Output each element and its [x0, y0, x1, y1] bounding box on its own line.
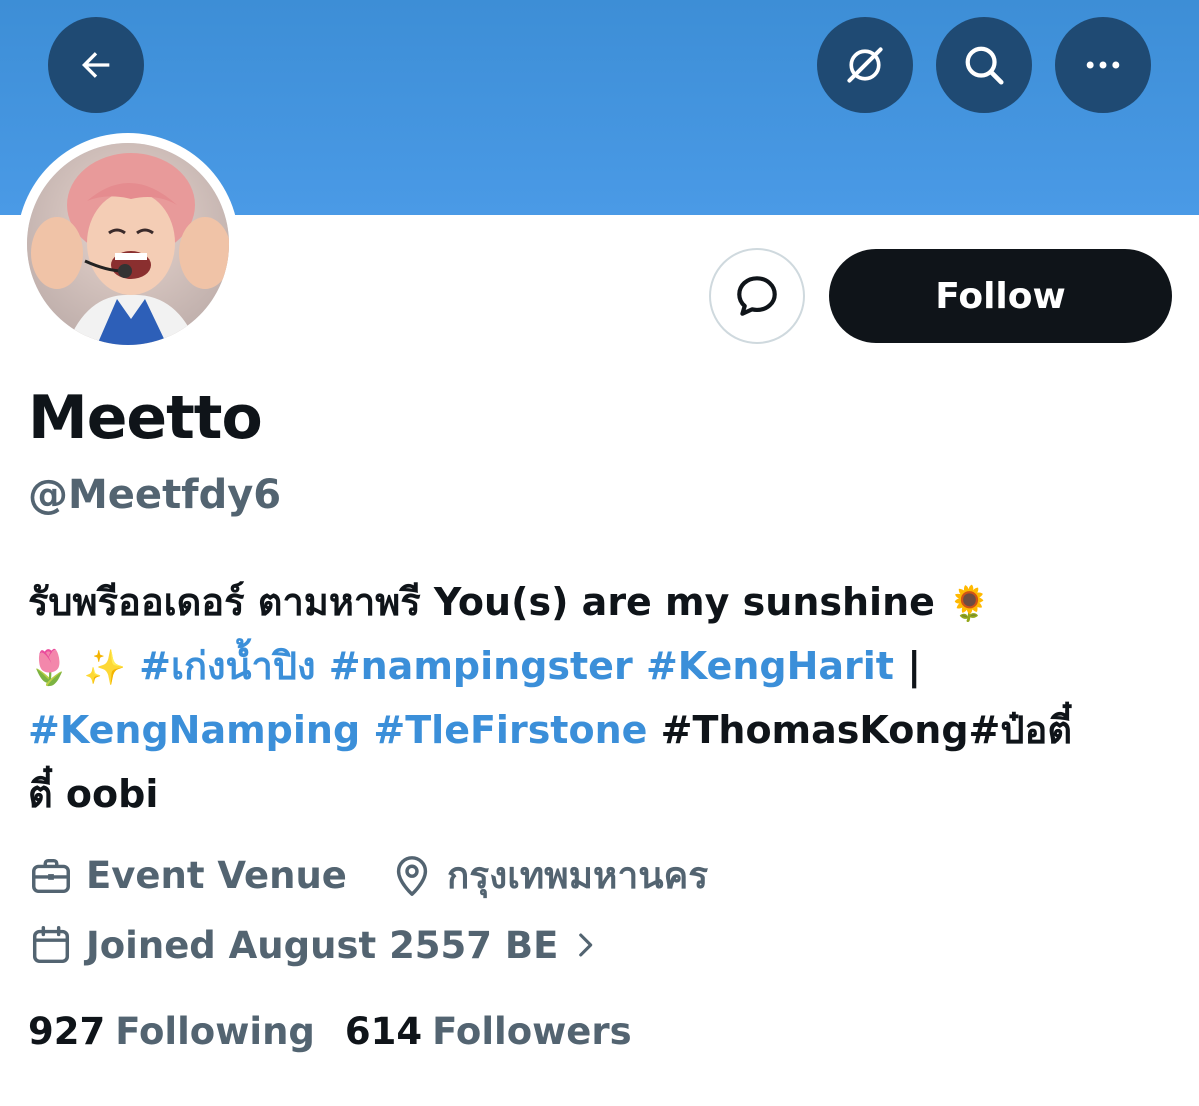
following-label: Following — [115, 1010, 315, 1053]
category-item: Event Venue — [28, 853, 347, 899]
display-name: Meetto — [28, 383, 263, 453]
bio-line-2: 🌷 ✨ #เก่งน้ำปิง #nampingster #KengHarit … — [28, 634, 1178, 698]
grok-button[interactable] — [817, 17, 913, 113]
category-label: Event Venue — [86, 854, 347, 897]
avatar-photo — [27, 143, 229, 345]
followers-link[interactable]: 614 Followers — [345, 1010, 632, 1053]
location-pin-icon — [396, 855, 428, 896]
following-count: 927 — [28, 1010, 106, 1053]
following-link[interactable]: 927 Following — [28, 1010, 315, 1053]
hashtag-link[interactable]: #KengNamping — [28, 708, 360, 752]
hashtag-link[interactable]: #nampingster — [329, 644, 633, 688]
followers-count: 614 — [344, 1010, 423, 1053]
slashed-circle-icon — [847, 47, 883, 83]
location-item: กรุงเทพมหานคร — [389, 846, 708, 905]
search-icon — [965, 46, 1004, 85]
sunflower-emoji: 🌻 — [948, 584, 991, 624]
hashtag-link[interactable]: #TleFirstone — [373, 708, 647, 752]
avatar[interactable] — [27, 143, 229, 345]
avatar-frame[interactable] — [17, 133, 239, 355]
hashtag-link[interactable]: #เก่งน้ำปิง — [139, 644, 315, 688]
followers-label: Followers — [432, 1010, 632, 1053]
bio-line-4: ตี๋ oobi — [28, 762, 1178, 826]
briefcase-icon — [32, 858, 70, 893]
follow-stats: 927 Following 614 Followers — [28, 1010, 632, 1053]
profile-meta-row: Event Venue กรุงเทพมหานคร — [28, 846, 708, 905]
bio-line-1: รับพรีออเดอร์ ตามหาพรี You(s) are my sun… — [28, 570, 1178, 634]
bio-separator: | — [907, 644, 922, 688]
tulip-emoji: 🌷 — [28, 648, 71, 688]
follow-button[interactable]: Follow — [829, 249, 1172, 343]
bio-text: #ThomasKong#ป๋อตี๋ — [660, 708, 1073, 752]
chevron-right-icon — [579, 933, 593, 957]
bio-text: ตี๋ oobi — [28, 772, 159, 816]
joined-date-row[interactable]: Joined August 2557 BE — [28, 922, 602, 968]
more-horizontal-icon — [1086, 61, 1120, 69]
calendar-icon — [32, 926, 70, 964]
user-handle: @Meetfdy6 — [28, 472, 282, 518]
search-button[interactable] — [936, 17, 1032, 113]
profile-bio: รับพรีออเดอร์ ตามหาพรี You(s) are my sun… — [28, 570, 1178, 826]
sparkles-emoji: ✨ — [83, 648, 126, 688]
arrow-left-icon — [82, 52, 110, 78]
back-button[interactable] — [48, 17, 144, 113]
hashtag-link[interactable]: #KengHarit — [646, 644, 894, 688]
joined-label: Joined August 2557 BE — [86, 923, 559, 967]
bio-text: รับพรีออเดอร์ ตามหาพรี You(s) are my sun… — [28, 580, 949, 624]
location-label: กรุงเทพมหานคร — [446, 854, 709, 897]
bio-line-3: #KengNamping #TleFirstone #ThomasKong#ป๋… — [28, 698, 1178, 762]
message-bubble-icon — [737, 276, 777, 316]
message-button[interactable] — [709, 248, 805, 344]
more-button[interactable] — [1055, 17, 1151, 113]
